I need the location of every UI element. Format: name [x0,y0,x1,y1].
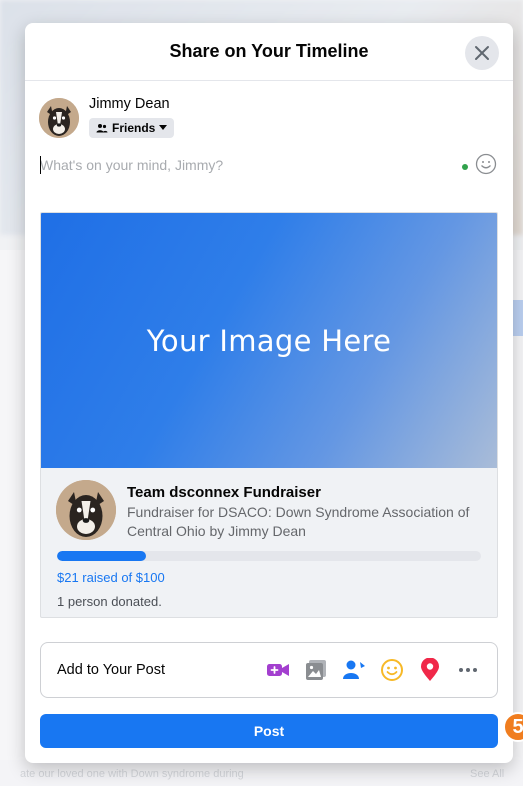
fundraiser-description: Fundraiser for DSACO: Down Syndrome Asso… [127,504,470,539]
image-placeholder-text: Your Image Here [146,323,392,358]
add-to-post-icons [265,657,481,683]
donor-count: 1 person donated. [57,594,162,609]
amount-raised: $21 raised of $100 [57,570,165,585]
audience-selector[interactable]: Friends [89,118,175,138]
progress-fill [57,551,147,561]
live-video-icon [267,664,289,676]
audience-label: Friends [112,121,156,135]
photo-icon [306,660,326,680]
author-info: Jimmy Dean Friends [89,96,175,138]
feeling-icon [381,659,403,681]
photo-button[interactable] [303,657,329,683]
author-name[interactable]: Jimmy Dean [89,96,174,112]
dialog-title: Share on Your Timeline [169,41,369,61]
check-in-button[interactable] [417,657,443,683]
close-button[interactable] [465,36,499,70]
tag-people-icon [343,660,365,679]
caret-down-icon [159,125,168,130]
add-to-post-label: Add to Your Post [57,662,166,678]
fundraiser-title: Team dsconnex Fundraiser [127,484,321,501]
fundraiser-info: Team dsconnex Fundraiser Fundraiser for … [41,468,497,617]
fundraiser-avatar [56,480,116,540]
more-options-button[interactable] [455,657,481,683]
fundraiser-attachment[interactable]: Your Image Here Team dsconnex Fundraiser… [40,212,498,618]
friends-icon [96,124,108,133]
tag-people-button[interactable] [341,657,367,683]
post-button[interactable]: Post [40,714,498,748]
live-video-button[interactable] [265,657,291,683]
post-author: Jimmy Dean Friends [39,96,175,138]
share-dialog: Share on Your Timeline Jimmy Dean Friend… [25,23,513,763]
check-in-icon [421,658,439,681]
add-to-post-bar: Add to Your Post [40,642,498,698]
more-icon [459,668,477,672]
emoji-button[interactable] [475,153,497,175]
emoji-icon [475,153,497,175]
feeling-button[interactable] [379,657,405,683]
status-dot [462,164,468,170]
fundraiser-progress-bar [57,551,481,561]
dog-avatar-icon [56,480,116,540]
avatar[interactable] [39,98,79,138]
fundraiser-image: Your Image Here [41,213,497,468]
text-cursor [40,156,41,174]
dialog-header: Share on Your Timeline [25,23,513,81]
post-text-input[interactable] [40,154,390,176]
dog-avatar-icon [39,98,79,138]
close-icon [475,46,489,60]
